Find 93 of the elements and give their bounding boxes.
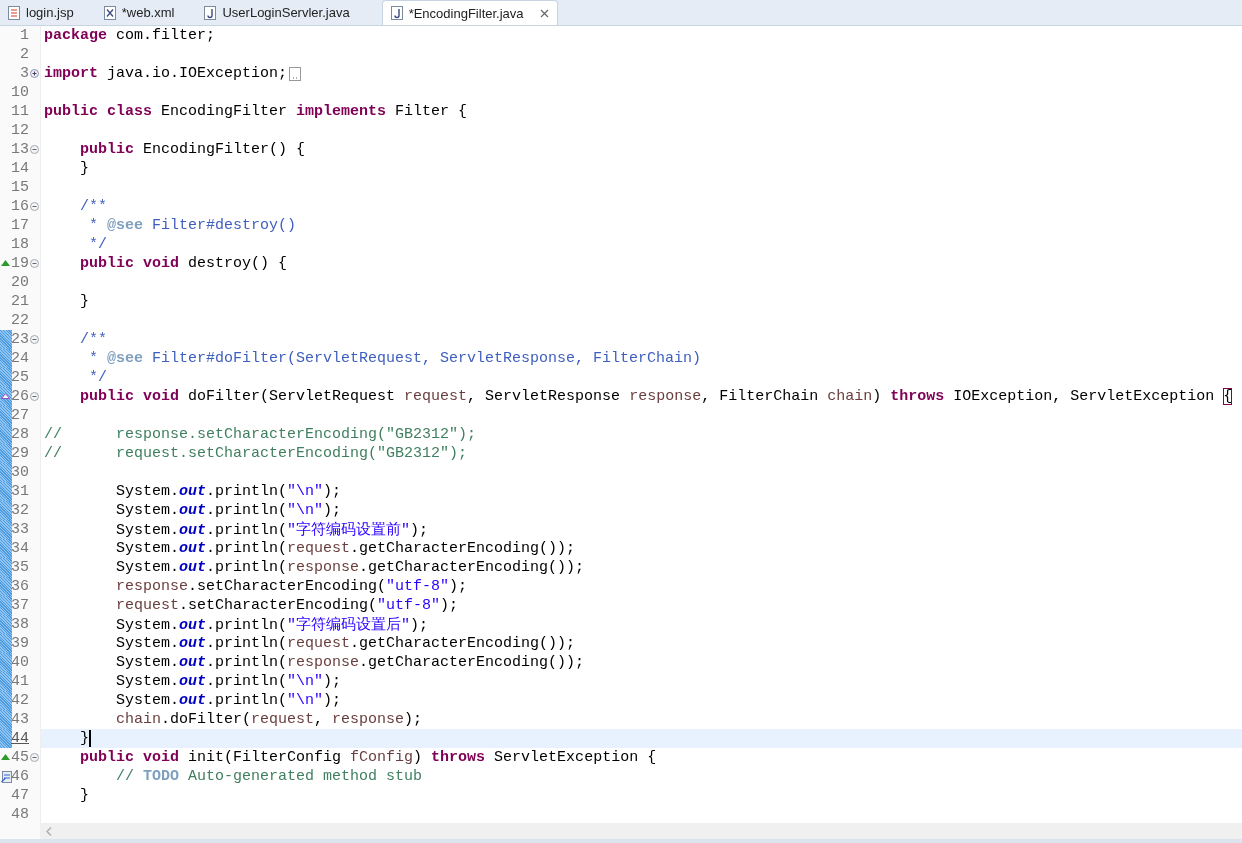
folded-code-icon[interactable] [289, 66, 302, 81]
line-number: 14 [10, 160, 29, 177]
xml-file-icon [103, 5, 116, 20]
code-line: public class EncodingFilter implements Filter { [44, 103, 468, 120]
code-line: public void destroy() { [79, 255, 288, 272]
code-line: System.out.println("\n"); [115, 692, 342, 709]
java-file-icon [204, 5, 217, 20]
code-line: import java.io.IOException; [44, 65, 288, 82]
code-line: System.out.println("\n"); [115, 673, 342, 690]
collapse-icon[interactable] [30, 259, 39, 268]
line-number: 25 [10, 369, 29, 386]
line-number: 2 [19, 46, 29, 63]
code-line: } [79, 787, 89, 804]
code-line: */ [88, 236, 107, 253]
code-line: chain.doFilter(request, response); [115, 711, 423, 728]
code-line: */ [88, 369, 107, 386]
collapse-icon[interactable] [30, 392, 39, 401]
task-icon [1, 770, 12, 783]
code-line: System.out.println("\n"); [115, 502, 342, 519]
line-number: 13 [10, 141, 29, 158]
close-icon[interactable] [539, 8, 549, 18]
triangle-icon [1, 754, 10, 760]
code-line: * @see Filter#doFilter(ServletRequest, ServletResponse, FilterChain) [88, 350, 702, 367]
code-line: System.out.println(response.getCharacterEncoding()); [115, 654, 585, 671]
collapse-icon[interactable] [30, 202, 39, 211]
line-number: 35 [10, 559, 29, 576]
line-number: 34 [10, 540, 29, 557]
horizontal-scrollbar[interactable] [40, 823, 1242, 839]
code-line: System.out.println("字符编码设置后"); [115, 615, 429, 634]
code-line: } [79, 730, 89, 747]
text-cursor [89, 730, 91, 747]
expand-icon[interactable] [30, 69, 39, 78]
line-number: 37 [10, 597, 29, 614]
code-line: // TODO Auto-generated method stub [115, 768, 423, 785]
line-number: 16 [10, 198, 29, 215]
code-line: System.out.println("字符编码设置前"); [115, 520, 429, 539]
line-number: 29 [10, 445, 29, 462]
code-line: // response.setCharacterEncoding("GB2312"); [44, 426, 477, 443]
code-line: /** [79, 198, 107, 215]
code-line: package com.filter; [44, 27, 216, 44]
line-number: 38 [10, 616, 29, 633]
line-number: 31 [10, 483, 29, 500]
line-number: 15 [10, 179, 29, 196]
line-number: 12 [10, 122, 29, 139]
collapse-icon[interactable] [30, 145, 39, 154]
editor-tab[interactable]: *web.xml [95, 0, 197, 25]
code-line: * @see Filter#destroy() [88, 217, 297, 234]
line-number: 20 [10, 274, 29, 291]
line-number: 24 [10, 350, 29, 367]
code-line: System.out.println(response.getCharacterEncoding()); [115, 559, 585, 576]
line-number: 46 [10, 768, 29, 785]
document-icon [8, 5, 20, 20]
code-line: } [79, 160, 89, 177]
code-line: public void init(FilterConfig fConfig) throws ServletException { [79, 749, 657, 766]
code-line: System.out.println(request.getCharacterEncoding()); [115, 635, 576, 652]
collapse-icon[interactable] [30, 753, 39, 762]
line-number: 17 [10, 217, 29, 234]
line-number: 47 [10, 787, 29, 804]
java-file-icon [390, 6, 403, 20]
line-number: 23 [10, 331, 29, 348]
code-line: request.setCharacterEncoding("utf-8"); [115, 597, 459, 614]
line-number: 32 [10, 502, 29, 519]
line-number: 28 [10, 426, 29, 443]
line-number: 19 [10, 255, 29, 272]
line-number: 10 [10, 84, 29, 101]
line-number: 30 [10, 464, 29, 481]
code-line: // request.setCharacterEncoding("GB2312"); [44, 445, 468, 462]
editor-tab[interactable]: UserLoginServler.java [196, 0, 372, 25]
line-number: 26 [10, 388, 29, 405]
code-line: response.setCharacterEncoding("utf-8"); [115, 578, 468, 595]
line-number: 39 [10, 635, 29, 652]
line-number: 1 [19, 27, 29, 44]
line-number: 11 [10, 103, 29, 120]
code-line: System.out.println("\n"); [115, 483, 342, 500]
triangle-icon [1, 260, 10, 266]
line-number: 36 [10, 578, 29, 595]
line-number: 22 [10, 312, 29, 329]
line-number: 18 [10, 236, 29, 253]
code-line: /** [79, 331, 107, 348]
editor-tab[interactable]: login.jsp [0, 0, 96, 25]
code-line: public EncodingFilter() { [79, 141, 306, 158]
line-number: 45 [10, 749, 29, 766]
code-line: public void doFilter(ServletRequest request, ServletResponse response, FilterChain chain) throws IOException, ServletException { [79, 388, 1233, 405]
collapse-icon[interactable] [30, 335, 39, 344]
triangle-icon [1, 393, 10, 399]
line-number: 3 [19, 65, 29, 82]
code-line: } [79, 293, 89, 310]
editor-tab[interactable]: *EncodingFilter.java [381, 0, 558, 25]
line-number: 21 [10, 293, 29, 310]
line-number: 27 [10, 407, 29, 424]
line-number: 33 [10, 521, 29, 538]
line-number: 48 [10, 806, 29, 823]
code-line: System.out.println(request.getCharacterEncoding()); [115, 540, 576, 557]
